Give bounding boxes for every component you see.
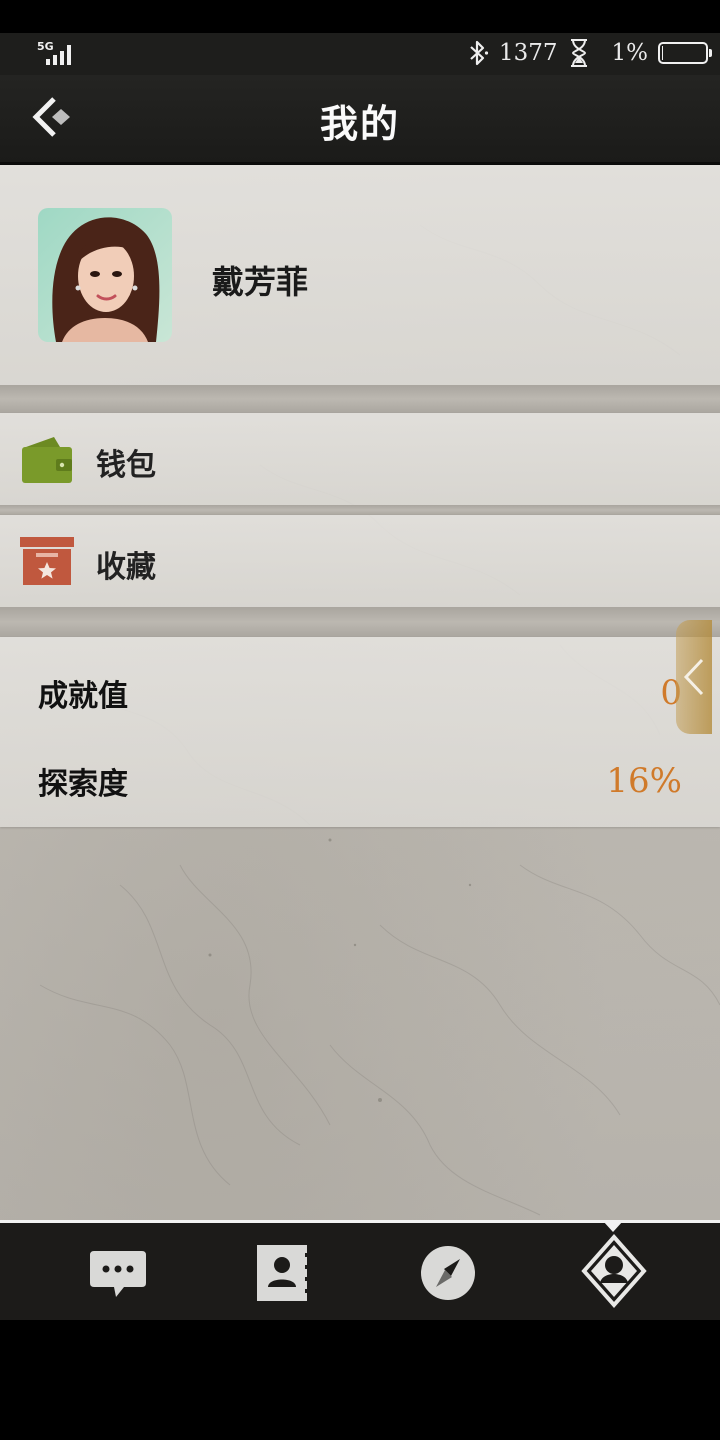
signal-indicator: 5G xyxy=(36,39,80,67)
content-area: 戴芳菲 钱包 收藏 成就值 0 探索度 16% xyxy=(0,165,720,1220)
app-header: 我的 xyxy=(0,75,720,165)
stats-card: 成就值 0 探索度 16% xyxy=(0,637,720,827)
top-black-area xyxy=(0,0,720,33)
menu-item-wallet[interactable]: 钱包 xyxy=(0,413,720,505)
exploration-value: 16% xyxy=(606,761,682,801)
favorites-box-icon xyxy=(20,537,74,585)
compass-icon xyxy=(421,1246,475,1300)
tab-discover[interactable] xyxy=(416,1241,480,1305)
page-title: 我的 xyxy=(319,101,400,146)
username: 戴芳菲 xyxy=(212,263,309,301)
exploration-label: 探索度 xyxy=(38,767,128,802)
battery-percent: 1% xyxy=(611,40,649,66)
tab-me[interactable] xyxy=(580,1233,648,1309)
tab-contacts[interactable] xyxy=(251,1241,315,1305)
achievement-label: 成就值 xyxy=(38,679,128,714)
chat-bubble-icon xyxy=(90,1251,146,1297)
favorites-label: 收藏 xyxy=(96,550,156,585)
menu-divider xyxy=(0,505,720,515)
battery-icon xyxy=(658,42,712,64)
section-divider xyxy=(0,607,720,637)
active-tab-pointer xyxy=(603,1221,623,1232)
wallet-icon xyxy=(22,437,72,483)
section-divider xyxy=(0,385,720,413)
avatar[interactable] xyxy=(38,208,172,342)
avatar-image xyxy=(38,208,172,342)
wallet-label: 钱包 xyxy=(96,448,156,483)
battery-fill xyxy=(662,46,663,60)
status-right-group: 1377 1% xyxy=(467,37,712,69)
signal-bars-icon xyxy=(46,45,71,65)
tab-messages[interactable] xyxy=(86,1241,150,1305)
hourglass-icon xyxy=(570,39,587,67)
profile-diamond-icon xyxy=(581,1233,647,1309)
contacts-book-icon xyxy=(257,1245,311,1301)
bottom-black-area xyxy=(0,1320,720,1440)
profile-card[interactable]: 戴芳菲 xyxy=(0,165,720,385)
chevron-left-icon xyxy=(683,658,704,696)
status-bar: 5G 1377 1% xyxy=(0,33,720,75)
step-count: 1377 xyxy=(498,40,558,66)
bluetooth-icon xyxy=(470,40,489,66)
side-drawer-handle[interactable] xyxy=(676,620,712,734)
bottom-tab-bar xyxy=(0,1220,720,1320)
menu-item-favorites[interactable]: 收藏 xyxy=(0,515,720,607)
